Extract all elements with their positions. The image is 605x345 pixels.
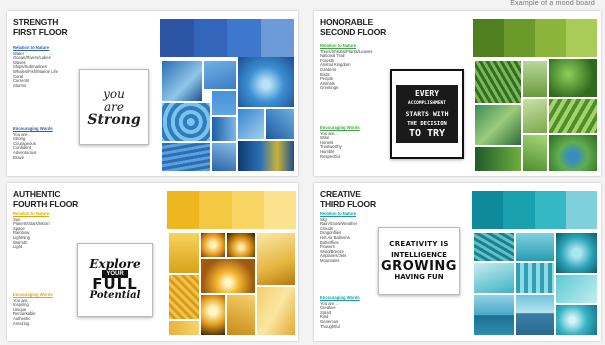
quote-line: Explore [89, 257, 141, 271]
quote-card: EVERY ACCOMPLISHMENT STARTS WITH THE DEC… [390, 69, 464, 159]
quote-card: CREATIVITY IS INTELLIGENCE GROWING HAVIN… [378, 227, 460, 295]
list-item: Mountains [320, 257, 340, 263]
words-list: Encouraging Words You are... Inspiring U… [13, 292, 53, 326]
swatch [504, 19, 535, 57]
quote-line: Potential [89, 290, 141, 301]
swatch [565, 191, 597, 229]
quote-line: EVERY [414, 89, 440, 98]
swatch [227, 19, 261, 57]
swatch [167, 191, 200, 229]
words-heading: Encouraging Words [13, 292, 53, 297]
nature-list: Relation to Nature Sun Planets/Stars/Moo… [13, 211, 50, 250]
quote-card: you are Strong [79, 69, 149, 145]
swatch [472, 191, 504, 229]
quote-line: STARTS WITH [405, 110, 449, 118]
quote-line: TO TRY [408, 128, 446, 139]
words-list: Encouraging Words You are... Wise Honest… [320, 125, 360, 159]
nature-list: Relation to Nature Water Ocean/Rivers/La… [13, 45, 58, 88]
nature-heading: Relation to Nature [320, 43, 357, 48]
swatch [263, 191, 296, 229]
panel-title: AUTHENTIC FOURTH FLOOR [13, 189, 79, 209]
color-palette [472, 191, 597, 229]
nature-heading: Relation to Nature [13, 45, 50, 50]
list-item: Light [13, 244, 23, 250]
list-item: Thoughtful [320, 323, 340, 329]
words-list: Encouraging Words You are... Creative Sm… [320, 295, 360, 329]
nature-heading: Relation to Nature [13, 211, 50, 216]
caption: Example of a mood board [510, 0, 595, 7]
color-palette [160, 19, 294, 57]
panel-title: STRENGTH FIRST FLOOR [13, 17, 68, 37]
words-heading: Encouraging Words [320, 295, 360, 300]
quote-line: HAVING FUN [394, 273, 444, 281]
quote-line: GROWING [381, 259, 457, 274]
swatch [566, 19, 597, 57]
swatch [534, 191, 566, 229]
nature-list: Relation to Nature Sky Rain/Snow/Weather… [320, 211, 357, 264]
nature-heading: Relation to Nature [320, 211, 357, 216]
panel-title: CREATIVE THIRD FLOOR [320, 189, 376, 209]
swatch [503, 191, 535, 229]
quote-line: Strong [87, 111, 141, 128]
quote-line: you [103, 86, 125, 101]
quote-line: CREATIVITY IS [389, 240, 449, 248]
quote-line: ACCOMPLISHMENT [408, 101, 446, 106]
list-item: Brave [13, 154, 24, 160]
mood-board-honorable: HONORABLE SECOND FLOOR Relation to Natur… [314, 11, 601, 176]
list-item: Respectful [320, 153, 340, 159]
nature-list: Relation to Nature Trees/Shrubs/Plants/L… [320, 43, 372, 91]
swatch [473, 19, 504, 57]
quote-line: FULL [92, 275, 138, 293]
quote-card: Explore YOUR FULL Potential [77, 243, 153, 317]
mood-board-strength: STRENGTH FIRST FLOOR Relation to Nature … [7, 11, 298, 176]
list-item: Amazing [13, 320, 30, 326]
swatch [535, 19, 566, 57]
list-item: Greetings [320, 85, 339, 91]
swatch [231, 191, 264, 229]
words-heading: Encouraging Words [320, 125, 360, 130]
panel-title: HONORABLE SECOND FLOOR [320, 17, 387, 37]
swatch [199, 191, 232, 229]
color-palette [167, 191, 296, 229]
mood-board-authentic: AUTHENTIC FOURTH FLOOR Relation to Natur… [7, 183, 298, 341]
swatch [193, 19, 227, 57]
swatch [160, 19, 194, 57]
color-palette [473, 19, 597, 57]
mood-board-creative: CREATIVE THIRD FLOOR Relation to Nature … [314, 183, 601, 341]
words-list: Encouraging Words You are... Strong Cour… [13, 126, 53, 160]
swatch [260, 19, 294, 57]
words-heading: Encouraging Words [13, 126, 53, 131]
list-item: Storms [13, 82, 27, 88]
